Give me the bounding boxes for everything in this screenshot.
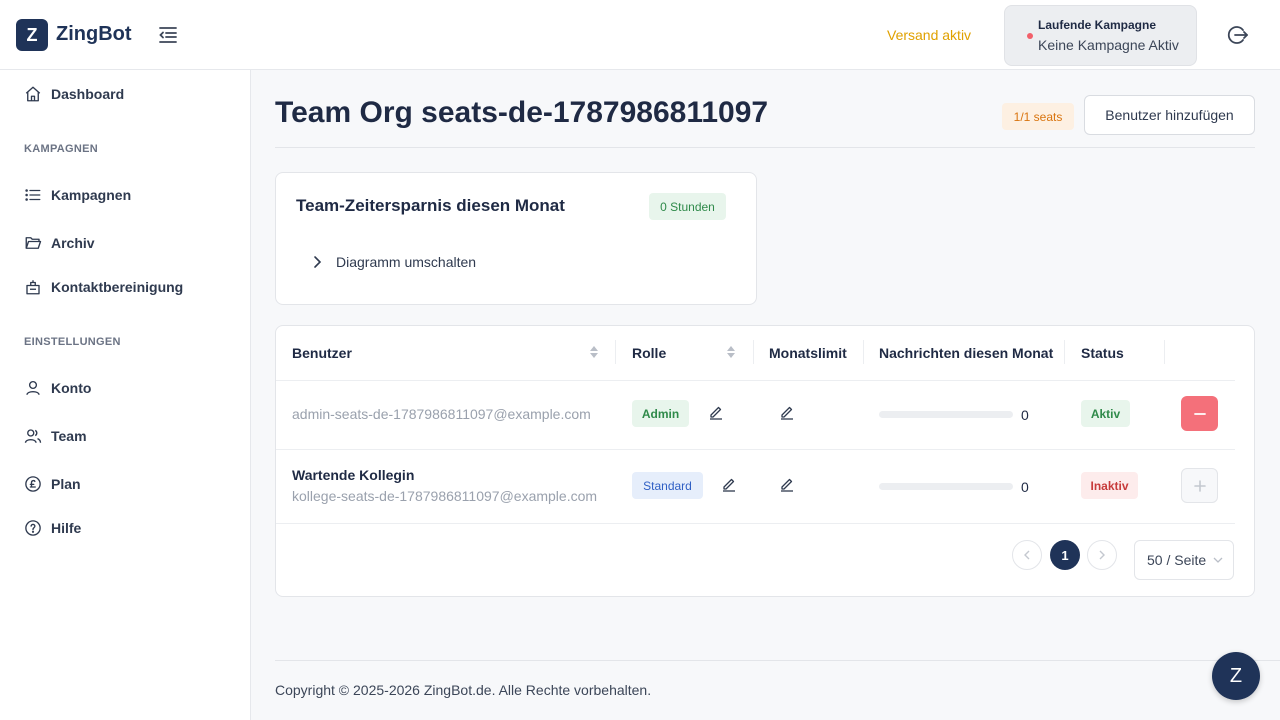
- status-badge: Aktiv: [1081, 400, 1130, 427]
- row-divider: [276, 449, 1235, 450]
- deactivate-user-button[interactable]: [1181, 396, 1218, 431]
- sidebar-item-campaigns[interactable]: Kampagnen: [24, 183, 131, 207]
- section-settings: EINSTELLUNGEN: [24, 336, 121, 348]
- row-divider: [276, 523, 1235, 524]
- chevron-left-icon: [1024, 550, 1030, 560]
- hours-badge: 0 Stunden: [649, 193, 726, 220]
- column-separator: [1064, 340, 1065, 364]
- message-count: 0: [1021, 479, 1029, 495]
- column-separator: [863, 340, 864, 364]
- status-dot: [1027, 33, 1033, 39]
- footer-divider: [275, 660, 1280, 661]
- edit-limit-icon[interactable]: [779, 476, 795, 492]
- messages-progress: [879, 483, 1013, 490]
- sidebar-item-label: Team: [51, 428, 87, 444]
- sidebar-item-archive[interactable]: Archiv: [24, 231, 95, 255]
- sidebar-item-label: Hilfe: [51, 520, 82, 536]
- send-status: Versand aktiv: [887, 27, 972, 43]
- sidebar-item-label: Dashboard: [51, 86, 125, 102]
- pound-icon: [25, 476, 41, 492]
- user-icon: [26, 380, 40, 395]
- plus-icon: [1193, 479, 1206, 492]
- users-table: Benutzer Rolle Monatslimit Nachrichten d…: [275, 325, 1255, 597]
- team-icon: [24, 429, 42, 443]
- column-header-monthly-limit: Monatslimit: [769, 345, 847, 361]
- chevron-right-icon: [314, 256, 322, 268]
- chevron-right-icon: [1099, 550, 1105, 560]
- logout-icon[interactable]: [1226, 23, 1250, 47]
- edit-limit-icon[interactable]: [779, 404, 795, 420]
- card-title: Team-Zeitersparnis diesen Monat: [296, 196, 565, 215]
- logo-badge: Z: [16, 19, 48, 51]
- user-name: Wartende Kollegin: [292, 467, 415, 483]
- column-separator: [615, 340, 616, 364]
- user-email: admin-seats-de-1787986811097@example.com: [292, 406, 591, 422]
- app-name: ZingBot: [56, 23, 132, 45]
- column-header-role[interactable]: Rolle: [632, 345, 666, 361]
- page-number-current[interactable]: 1: [1050, 540, 1080, 570]
- time-savings-card: Team-Zeitersparnis diesen Monat 0 Stunde…: [275, 172, 757, 305]
- column-header-messages: Nachrichten diesen Monat: [879, 345, 1054, 361]
- role-badge: Standard: [632, 472, 703, 499]
- status-badge: Inaktiv: [1081, 472, 1138, 499]
- sidebar-item-plan[interactable]: Plan: [24, 472, 81, 496]
- column-header-user[interactable]: Benutzer: [292, 345, 352, 361]
- chat-launcher-button[interactable]: Z: [1212, 652, 1260, 700]
- chevron-down-icon: [1213, 557, 1223, 563]
- page-size-select[interactable]: 50 / Seite: [1134, 540, 1234, 580]
- messages-progress: [879, 411, 1013, 418]
- sidebar-item-dashboard[interactable]: Dashboard: [24, 82, 124, 106]
- title-divider: [275, 147, 1255, 148]
- sidebar-item-contact-cleanup[interactable]: Kontaktbereinigung: [24, 275, 183, 299]
- running-campaign-box[interactable]: Laufende Kampagne Keine Kampagne Aktiv: [1004, 5, 1197, 66]
- page-title: Team Org seats-de-1787986811097: [275, 96, 769, 129]
- sidebar-item-label: Archiv: [51, 235, 95, 251]
- home-icon: [25, 86, 41, 102]
- campaign-value: Keine Kampagne Aktiv: [1038, 37, 1179, 53]
- help-icon: [25, 520, 41, 536]
- sort-icon[interactable]: [589, 343, 599, 361]
- sort-icon[interactable]: [726, 343, 736, 361]
- sidebar-item-label: Kampagnen: [51, 187, 132, 203]
- cleanup-icon: [26, 280, 40, 295]
- top-header: Z ZingBot Versand aktiv Laufende Kampagn…: [0, 0, 1280, 70]
- sidebar-item-label: Kontaktbereinigung: [51, 279, 184, 295]
- minus-icon: [1193, 412, 1206, 415]
- seats-badge: 1/1 seats: [1002, 103, 1074, 130]
- row-divider: [276, 380, 1235, 381]
- folder-icon: [25, 237, 42, 249]
- page-size-value: 50 / Seite: [1147, 552, 1207, 568]
- section-campaigns: KAMPAGNEN: [24, 143, 98, 155]
- list-icon: [25, 189, 41, 201]
- sidebar-item-team[interactable]: Team: [24, 424, 87, 448]
- collapse-sidebar-icon[interactable]: [156, 23, 180, 47]
- column-separator: [1164, 340, 1165, 364]
- sidebar-item-account[interactable]: Konto: [24, 376, 91, 400]
- campaign-title: Laufende Kampagne: [1038, 18, 1157, 32]
- user-email: kollege-seats-de-1787986811097@example.c…: [292, 488, 598, 504]
- toggle-chart-button[interactable]: Diagramm umschalten: [312, 253, 476, 271]
- next-page-button[interactable]: [1087, 540, 1117, 570]
- toggle-chart-label: Diagramm umschalten: [336, 254, 477, 270]
- edit-role-icon[interactable]: [708, 404, 724, 420]
- add-user-button[interactable]: Benutzer hinzufügen: [1084, 95, 1255, 135]
- message-count: 0: [1021, 407, 1029, 423]
- column-header-status: Status: [1081, 345, 1124, 361]
- footer-copyright: Copyright © 2025-2026 ZingBot.de. Alle R…: [275, 682, 652, 698]
- sidebar-item-label: Konto: [51, 380, 92, 396]
- edit-role-icon[interactable]: [721, 476, 737, 492]
- sidebar: Dashboard KAMPAGNEN Kampagnen Archiv Kon…: [0, 70, 251, 720]
- activate-user-button[interactable]: [1181, 468, 1218, 503]
- sidebar-item-label: Plan: [51, 476, 81, 492]
- sidebar-item-help[interactable]: Hilfe: [24, 516, 81, 540]
- column-separator: [753, 340, 754, 364]
- role-badge: Admin: [632, 400, 689, 427]
- previous-page-button[interactable]: [1012, 540, 1042, 570]
